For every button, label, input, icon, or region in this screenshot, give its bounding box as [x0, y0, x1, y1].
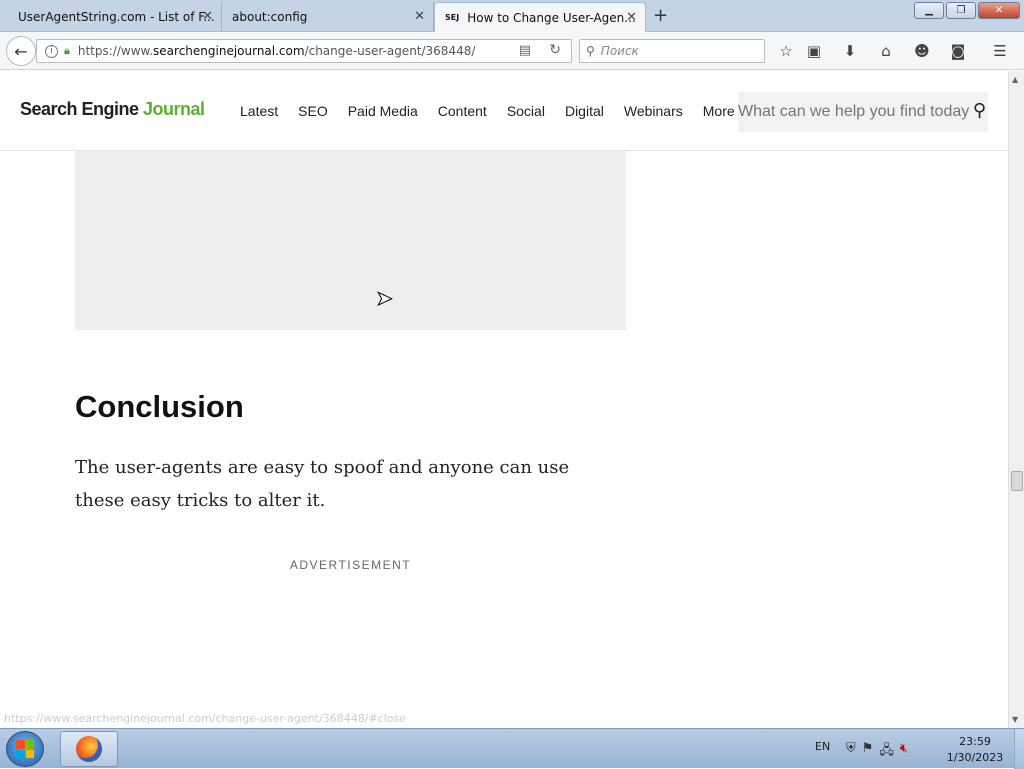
page-scrollbar[interactable]: ▲ ▼ — [1008, 71, 1024, 728]
show-desktop-button[interactable] — [1014, 729, 1024, 769]
section-heading: Conclusion — [75, 389, 244, 424]
close-window-icon[interactable]: ✕ — [978, 2, 1020, 19]
lock-icon[interactable]: 🔒︎ — [64, 44, 70, 58]
back-arrow-icon[interactable]: ← — [6, 36, 36, 66]
language-indicator[interactable]: EN — [815, 740, 830, 753]
site-logo[interactable]: Search Engine Journal — [20, 99, 205, 120]
pocket-icon[interactable]: ◙ — [940, 40, 976, 62]
scroll-up-icon[interactable]: ▲ — [1012, 75, 1018, 84]
system-clock[interactable]: 23:59 1/30/2023 — [944, 734, 1006, 766]
reload-icon[interactable]: ↻ — [549, 42, 561, 58]
tab-label: UserAgentString.com - List of F... — [18, 10, 215, 24]
tab-label: about:config — [232, 10, 308, 24]
url-prefix: https://www. — [77, 44, 154, 58]
search-icon: ⚲ — [586, 44, 595, 58]
site-header: Search Engine Journal Latest SEO Paid Me… — [0, 71, 1008, 151]
nav-webinars[interactable]: Webinars — [624, 103, 683, 119]
scroll-down-icon[interactable]: ▼ — [1012, 715, 1018, 724]
site-search-input[interactable] — [738, 103, 970, 121]
close-icon[interactable]: ✕ — [414, 9, 425, 24]
windows-taskbar: EN ⛨ ⚑ 🖧︎ 🔇︎ 23:59 1/30/2023 — [0, 728, 1024, 769]
nav-digital[interactable]: Digital — [565, 103, 604, 119]
tab-change-user-agent[interactable]: SEJ How to Change User-Agen... ✕ — [434, 2, 646, 32]
close-icon[interactable]: ✕ — [202, 9, 213, 24]
download-icon[interactable]: ⬇ — [832, 40, 868, 62]
toolbar-icons: ☆ ▣ ⬇ ⌂ ☻ ◙ ☰ — [776, 40, 1018, 62]
volume-muted-icon[interactable]: 🔇︎ — [900, 741, 908, 763]
system-tray: ⛨ ⚑ 🖧︎ 🔇︎ — [846, 741, 908, 763]
navigation-bar: ← i 🔒︎ https://www.searchenginejournal.c… — [0, 32, 1024, 70]
tab-about-config[interactable]: about:config ✕ — [222, 2, 434, 32]
bookmark-star-icon[interactable]: ☆ — [776, 40, 796, 62]
nav-latest[interactable]: Latest — [240, 103, 278, 119]
tab-useragentstring[interactable]: UserAgentString.com - List of F... ✕ — [8, 2, 222, 32]
search-placeholder: Поиск — [600, 44, 639, 58]
window-controls: ▁ ❐ ✕ — [914, 2, 1020, 19]
info-icon[interactable]: i — [45, 44, 58, 58]
windows-logo-icon — [16, 740, 34, 758]
site-search-box[interactable]: ⚲ — [738, 92, 988, 132]
sej-favicon-icon: SEJ — [445, 13, 460, 22]
advertisement-label: ADVERTISEMENT — [289, 558, 412, 572]
clock-time: 23:59 — [959, 735, 991, 748]
security-shield-icon[interactable]: ⛨ — [846, 741, 856, 763]
browser-search-input[interactable]: ⚲ Поиск — [579, 39, 765, 63]
scroll-thumb[interactable] — [1011, 471, 1023, 491]
nav-more[interactable]: More — [703, 103, 735, 119]
network-icon[interactable]: 🖧︎ — [879, 741, 894, 763]
action-center-flag-icon[interactable]: ⚑ — [862, 741, 874, 763]
home-icon[interactable]: ⌂ — [868, 40, 904, 62]
nav-seo[interactable]: SEO — [298, 103, 328, 119]
start-button[interactable] — [6, 731, 44, 767]
web-page: Search Engine Journal Latest SEO Paid Me… — [0, 71, 1008, 728]
nav-social[interactable]: Social — [507, 103, 545, 119]
status-bar-url: https://www.searchenginejournal.com/chan… — [4, 712, 406, 725]
menu-hamburger-icon[interactable]: ☰ — [982, 40, 1018, 62]
url-path: /change-user-agent/368448/ — [304, 44, 476, 58]
taskbar-firefox[interactable] — [60, 731, 118, 767]
site-nav: Latest SEO Paid Media Content Social Dig… — [240, 103, 755, 119]
logo-text: Search Engine — [20, 99, 144, 119]
clock-date: 1/30/2023 — [946, 751, 1004, 764]
sync-smiley-icon[interactable]: ☻ — [904, 40, 940, 62]
firefox-icon — [76, 736, 102, 762]
article-paragraph: The user-agents are easy to spoof and an… — [75, 457, 570, 511]
new-tab-icon[interactable]: + — [653, 5, 668, 26]
minimize-icon[interactable]: ▁ — [914, 2, 944, 19]
logo-accent-text: Journal — [143, 99, 205, 119]
advertisement-placeholder — [75, 151, 626, 330]
close-icon[interactable]: ✕ — [626, 10, 637, 25]
tab-strip: UserAgentString.com - List of F... ✕ abo… — [0, 0, 1024, 32]
nav-paid-media[interactable]: Paid Media — [348, 103, 418, 119]
url-bar[interactable]: i 🔒︎ https://www.searchenginejournal.com… — [36, 39, 572, 63]
mouse-cursor-icon: ➤ — [376, 286, 394, 311]
nav-content[interactable]: Content — [438, 103, 487, 119]
bookmarks-menu-icon[interactable]: ▣ — [796, 40, 832, 62]
search-icon[interactable]: ⚲ — [973, 100, 986, 121]
tab-label: How to Change User-Agen... — [467, 10, 636, 25]
url-text[interactable]: https://www.searchenginejournal.com/chan… — [78, 44, 476, 58]
url-domain: searchenginejournal.com — [153, 44, 305, 58]
reader-view-icon[interactable]: ▤ — [519, 43, 531, 58]
restore-icon[interactable]: ❐ — [946, 2, 976, 19]
